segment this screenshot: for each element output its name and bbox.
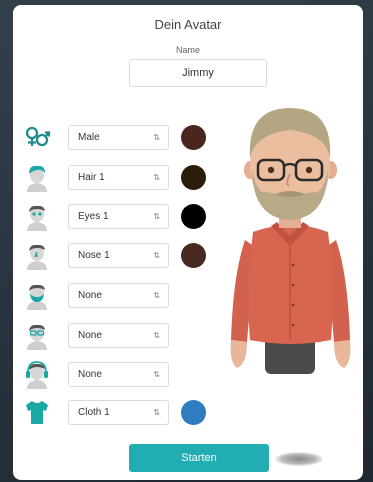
chevron-updown-icon: ⇅	[153, 251, 160, 260]
skin-color-swatch[interactable]	[181, 125, 206, 150]
hair-icon	[27, 165, 47, 192]
headphones-select-value: None	[78, 369, 102, 380]
name-label: Name	[175, 45, 200, 55]
eyes-select-value: Eyes 1	[78, 211, 109, 222]
nose-icon	[27, 244, 47, 270]
eye-color-swatch[interactable]	[181, 204, 206, 229]
chevron-updown-icon: ⇅	[153, 291, 160, 300]
eyes-icon	[27, 205, 47, 231]
glasses-select[interactable]: None ⇅	[68, 323, 169, 348]
headphones-icon	[26, 361, 48, 389]
glasses-select-value: None	[78, 330, 102, 341]
avatar-preview	[230, 108, 351, 374]
chevron-updown-icon: ⇅	[153, 133, 160, 142]
chevron-updown-icon: ⇅	[153, 212, 160, 221]
beard-icon	[27, 284, 47, 310]
shirt-icon	[26, 401, 48, 424]
gender-select-value: Male	[78, 132, 100, 143]
start-button[interactable]: Starten	[129, 444, 269, 472]
hair-select[interactable]: Hair 1 ⇅	[68, 165, 169, 190]
eyes-select[interactable]: Eyes 1 ⇅	[68, 204, 169, 229]
chevron-updown-icon: ⇅	[153, 173, 160, 182]
gender-icon	[25, 126, 51, 147]
nose-color-swatch[interactable]	[181, 243, 206, 268]
name-input[interactable]	[129, 59, 267, 87]
panel-title: Dein Avatar	[154, 17, 222, 32]
headphones-select[interactable]: None ⇅	[68, 362, 169, 387]
chevron-updown-icon: ⇅	[153, 331, 160, 340]
cloth-select-value: Cloth 1	[78, 407, 110, 418]
glasses-icon	[27, 324, 47, 350]
avatar-floor-shadow	[275, 452, 323, 466]
hair-select-value: Hair 1	[78, 172, 105, 183]
chevron-updown-icon: ⇅	[153, 370, 160, 379]
hair-color-swatch[interactable]	[181, 165, 206, 190]
beard-select-value: None	[78, 290, 102, 301]
cloth-color-swatch[interactable]	[181, 400, 206, 425]
beard-select[interactable]: None ⇅	[68, 283, 169, 308]
chevron-updown-icon: ⇅	[153, 408, 160, 417]
cloth-select[interactable]: Cloth 1 ⇅	[68, 400, 169, 425]
avatar-panel: Dein Avatar Name Male ⇅ Hair 1 ⇅	[13, 5, 363, 480]
nose-select[interactable]: Nose 1 ⇅	[68, 243, 169, 268]
gender-select[interactable]: Male ⇅	[68, 125, 169, 150]
nose-select-value: Nose 1	[78, 250, 110, 261]
